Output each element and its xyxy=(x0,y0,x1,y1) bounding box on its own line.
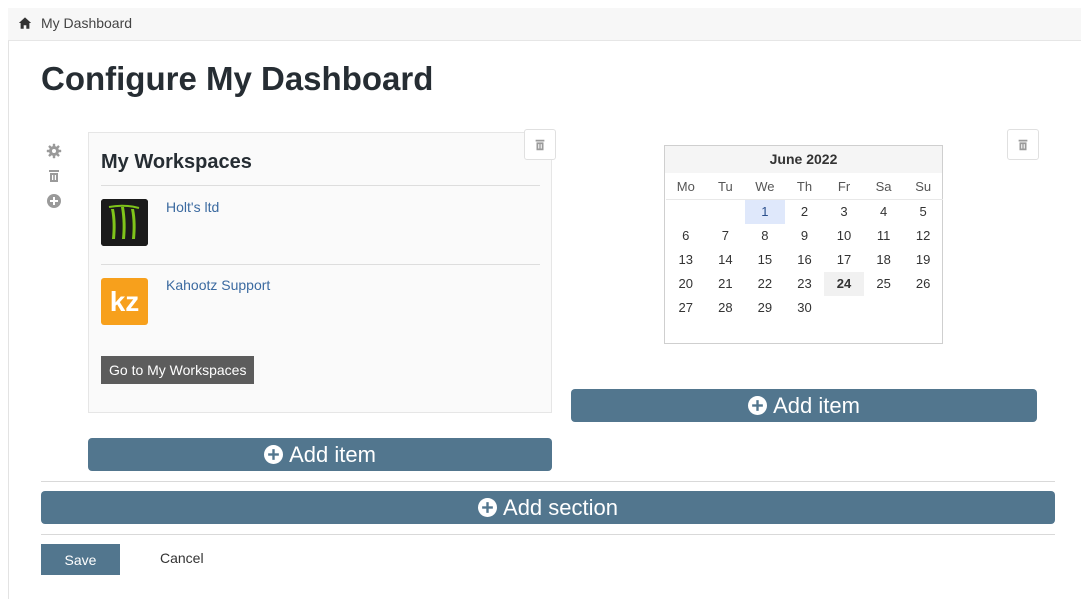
calendar-week-row: 13 14 15 16 17 18 19 xyxy=(666,248,943,272)
calendar-day[interactable]: 30 xyxy=(785,296,825,320)
calendar-empty-cell xyxy=(824,296,864,320)
calendar-day[interactable]: 14 xyxy=(706,248,746,272)
calendar-day[interactable]: 2 xyxy=(785,200,825,224)
delete-widget-button[interactable] xyxy=(1007,129,1039,160)
workspace-logo-kz: kz xyxy=(101,278,148,325)
add-section-label: Add section xyxy=(503,494,618,520)
gear-icon[interactable] xyxy=(46,143,62,159)
cancel-button[interactable]: Cancel xyxy=(160,550,204,566)
calendar-day[interactable]: 20 xyxy=(666,272,706,296)
calendar-day[interactable]: 18 xyxy=(864,248,904,272)
calendar-day[interactable]: 12 xyxy=(903,224,943,248)
calendar-day[interactable]: 25 xyxy=(864,272,904,296)
calendar-day[interactable]: 3 xyxy=(824,200,864,224)
calendar-month-label: June 2022 xyxy=(665,146,942,173)
plus-circle-icon xyxy=(264,445,284,464)
calendar-day[interactable]: 8 xyxy=(745,224,785,248)
calendar-weekday: Sa xyxy=(875,179,892,194)
plus-circle-icon xyxy=(748,396,768,415)
go-to-workspaces-button[interactable]: Go to My Workspaces xyxy=(101,356,255,384)
divider xyxy=(101,264,540,265)
delete-widget-button[interactable] xyxy=(524,129,556,160)
monster-logo-icon xyxy=(101,199,148,246)
calendar-day[interactable]: 24 xyxy=(824,272,864,296)
calendar-weekday: Mo xyxy=(676,179,695,194)
save-button[interactable]: Save xyxy=(41,544,120,575)
calendar-weekday: Tu xyxy=(717,179,733,194)
calendar-empty-cell xyxy=(666,200,706,224)
calendar-day[interactable]: 29 xyxy=(745,296,785,320)
calendar-empty-cell xyxy=(903,296,943,320)
add-item-button[interactable]: Add item xyxy=(571,389,1037,422)
add-item-label: Add item xyxy=(289,441,376,467)
calendar-empty-cell xyxy=(706,200,746,224)
calendar-day[interactable]: 10 xyxy=(824,224,864,248)
add-item-label: Add item xyxy=(773,392,860,418)
workspace-link-kahootz[interactable]: Kahootz Support xyxy=(166,277,270,293)
widget-title: My Workspaces xyxy=(101,151,252,173)
plus-circle-icon[interactable] xyxy=(46,193,62,209)
calendar-day[interactable]: 5 xyxy=(903,200,943,224)
calendar-weekday: Th xyxy=(796,179,813,194)
calendar-day[interactable]: 27 xyxy=(666,296,706,320)
calendar-day[interactable]: 7 xyxy=(706,224,746,248)
calendar-day[interactable]: 17 xyxy=(824,248,864,272)
calendar-day[interactable]: 19 xyxy=(903,248,943,272)
section-tools xyxy=(46,143,64,218)
calendar-weekday: We xyxy=(755,179,775,194)
calendar-week-row: 12345 xyxy=(666,200,943,224)
calendar-day[interactable]: 22 xyxy=(745,272,785,296)
calendar-day[interactable]: 15 xyxy=(745,248,785,272)
divider xyxy=(101,185,540,186)
workspace-logo xyxy=(101,199,148,246)
page-title: Configure My Dashboard xyxy=(41,60,434,97)
breadcrumb[interactable]: My Dashboard xyxy=(18,15,132,31)
my-workspaces-widget: My Workspaces Holt's ltd kz Kahootz Supp… xyxy=(88,132,552,413)
calendar-weekday-row: Mo Tu We Th Fr Sa Su xyxy=(666,173,943,200)
calendar-day[interactable]: 28 xyxy=(706,296,746,320)
calendar-day[interactable]: 23 xyxy=(785,272,825,296)
kz-logo-text: kz xyxy=(109,285,140,317)
calendar-day[interactable]: 6 xyxy=(666,224,706,248)
add-item-button[interactable]: Add item xyxy=(88,438,552,471)
calendar-day[interactable]: 1 xyxy=(745,200,785,224)
calendar-day[interactable]: 21 xyxy=(706,272,746,296)
workspace-link-holts[interactable]: Holt's ltd xyxy=(166,199,219,215)
calendar-empty-cell xyxy=(864,296,904,320)
calendar-week-row: 27 28 29 30 xyxy=(666,296,943,320)
calendar-weekday: Su xyxy=(915,179,932,194)
trash-icon[interactable] xyxy=(46,168,62,184)
divider xyxy=(41,534,1055,535)
calendar-day[interactable]: 4 xyxy=(864,200,904,224)
breadcrumb-label[interactable]: My Dashboard xyxy=(41,15,132,31)
top-bar: My Dashboard xyxy=(8,8,1081,41)
calendar-week-row: 6 7 8 9 10 11 12 xyxy=(666,224,943,248)
add-section-button[interactable]: Add section xyxy=(41,491,1055,524)
calendar-week-row: 20 21 22 23 24 25 26 xyxy=(666,272,943,296)
calendar-day[interactable]: 9 xyxy=(785,224,825,248)
trash-icon xyxy=(535,139,545,150)
calendar-day[interactable]: 16 xyxy=(785,248,825,272)
calendar-grid: Mo Tu We Th Fr Sa Su 1 2 3 4 5 6 7 8 9 10 11 12 13 14 15 16 17 1… xyxy=(666,173,943,320)
calendar-day[interactable]: 26 xyxy=(903,272,943,296)
plus-circle-icon xyxy=(478,498,498,517)
trash-icon xyxy=(1018,139,1028,150)
calendar-day[interactable]: 13 xyxy=(666,248,706,272)
home-icon xyxy=(18,17,32,29)
calendar-widget: June 2022 Mo Tu We Th Fr Sa Su 1 2 3 4 5 6 7 8 9 10 11 12 1… xyxy=(664,145,943,344)
divider xyxy=(41,481,1055,482)
calendar-day[interactable]: 11 xyxy=(864,224,904,248)
calendar-weekday: Fr xyxy=(837,179,851,194)
